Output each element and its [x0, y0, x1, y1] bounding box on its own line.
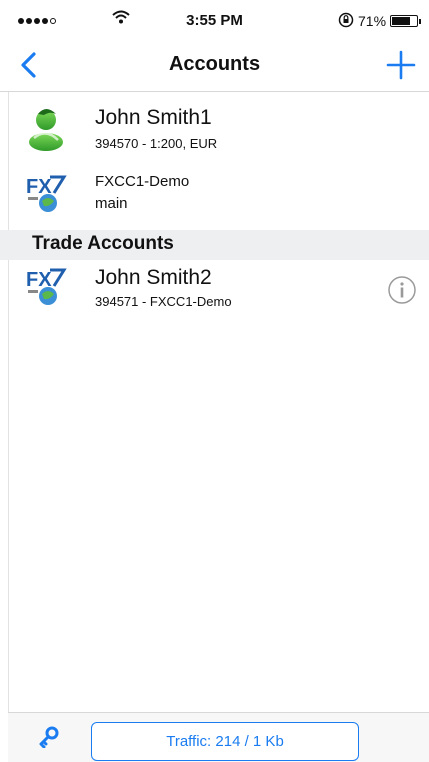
traffic-button[interactable]: Traffic: 214 / 1 Kb	[91, 722, 359, 761]
rotation-lock-icon	[338, 12, 354, 28]
add-account-icon[interactable]	[384, 48, 418, 82]
server-name: FXCC1-Demo	[95, 173, 190, 190]
fx-globe-icon: FX	[26, 175, 67, 212]
battery-percent: 71%	[358, 13, 387, 29]
trade-accounts-header: Trade Accounts	[0, 230, 429, 260]
info-icon[interactable]	[387, 275, 417, 305]
nav-bar: Accounts	[0, 40, 429, 92]
bottom-toolbar: Traffic: 214 / 1 Kb	[8, 712, 429, 762]
server-row[interactable]: FX FXCC1-Demo main	[0, 165, 429, 225]
current-account-row[interactable]: John Smith1 394570 - 1:200, EUR	[0, 100, 429, 162]
server-group: main	[95, 195, 128, 212]
trade-account-details: 394571 - FXCC1-Demo	[95, 294, 232, 309]
current-account-name: John Smith1	[95, 106, 212, 129]
current-account-details: 394570 - 1:200, EUR	[95, 136, 218, 151]
key-icon[interactable]	[38, 726, 60, 748]
battery-icon	[390, 15, 421, 27]
status-bar: 3:55 PM 71%	[0, 0, 429, 40]
section-title: Trade Accounts	[32, 233, 174, 254]
fx-globe-icon: FX	[26, 268, 67, 305]
trade-account-name: John Smith2	[95, 266, 212, 289]
trade-account-row[interactable]: FX John Smith2 394571 - FXCC1-Demo	[0, 262, 429, 314]
metatrader-user-icon	[29, 109, 63, 151]
page-title: Accounts	[168, 53, 261, 75]
